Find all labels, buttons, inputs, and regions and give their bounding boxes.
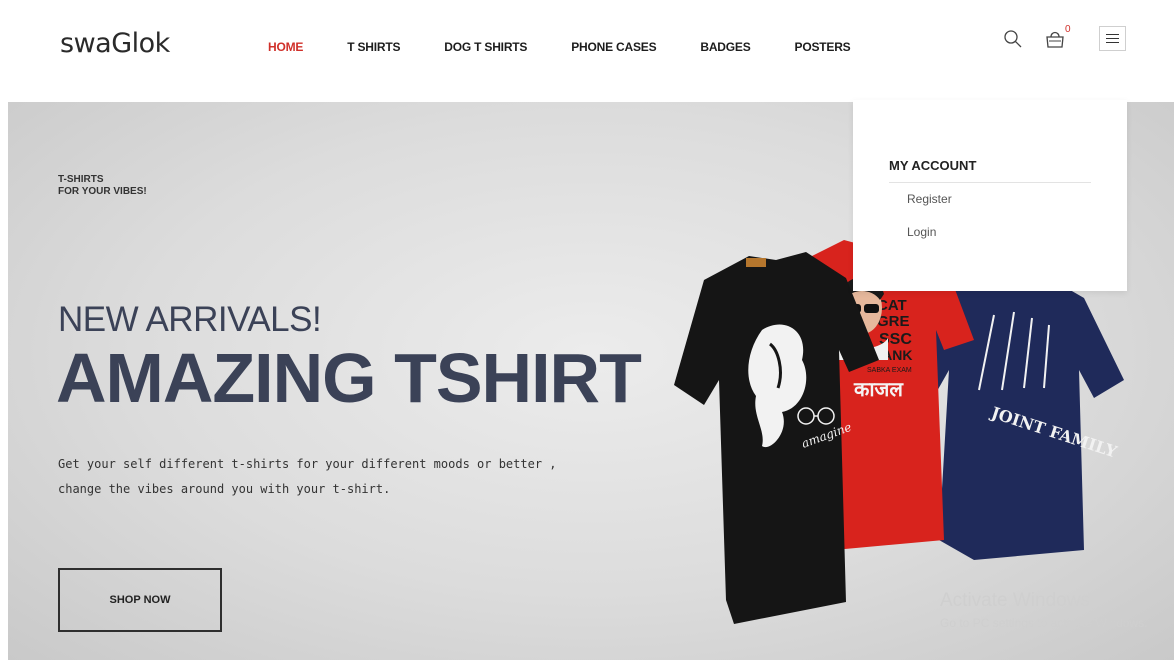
- shirt-tag-icon: [746, 258, 766, 267]
- nav-item-t-shirts[interactable]: T SHIRTS: [347, 40, 400, 54]
- search-icon[interactable]: [1002, 28, 1024, 50]
- hero-subheading: NEW ARRIVALS!: [58, 300, 322, 339]
- nav-item-home[interactable]: HOME: [268, 40, 303, 54]
- main-nav: HOME T SHIRTS DOG T SHIRTS PHONE CASES B…: [268, 40, 894, 54]
- hero-tagline-line2: FOR YOUR VIBES!: [58, 186, 147, 197]
- hero-description: Get your self different t-shirts for you…: [58, 457, 557, 496]
- account-menu-title: MY ACCOUNT: [889, 158, 977, 173]
- cart-count-badge: 0: [1065, 24, 1071, 35]
- header-icons: 0: [1000, 24, 1130, 56]
- nav-item-phone-cases[interactable]: PHONE CASES: [571, 40, 656, 54]
- shop-now-button[interactable]: SHOP NOW: [58, 568, 222, 632]
- hero-tagline-line1: T-SHIRTS: [58, 174, 104, 185]
- nav-item-badges[interactable]: BADGES: [700, 40, 750, 54]
- windows-watermark-subtitle: Go to PC settings to activate Windows.: [940, 616, 1148, 630]
- windows-watermark-title: Activate Windows: [940, 590, 1090, 611]
- account-menu-divider: [889, 182, 1091, 183]
- svg-text:GRE: GRE: [877, 313, 910, 330]
- register-link[interactable]: Register: [907, 192, 952, 206]
- shopping-bag-icon[interactable]: [1044, 28, 1066, 50]
- nav-item-posters[interactable]: POSTERS: [795, 40, 851, 54]
- svg-text:SABKA EXAM: SABKA EXAM: [867, 367, 912, 374]
- nav-item-dog-t-shirts[interactable]: DOG T SHIRTS: [444, 40, 527, 54]
- login-link[interactable]: Login: [907, 225, 936, 239]
- hero-heading: AMAZING TSHIRT: [56, 339, 642, 417]
- account-dropdown: MY ACCOUNT Register Login: [853, 100, 1127, 291]
- svg-text:काजल: काजल: [853, 377, 904, 401]
- hamburger-menu-icon[interactable]: [1099, 26, 1126, 51]
- site-header: swaGlok HOME T SHIRTS DOG T SHIRTS PHONE…: [0, 0, 1174, 100]
- site-logo[interactable]: swaGlok: [60, 28, 170, 59]
